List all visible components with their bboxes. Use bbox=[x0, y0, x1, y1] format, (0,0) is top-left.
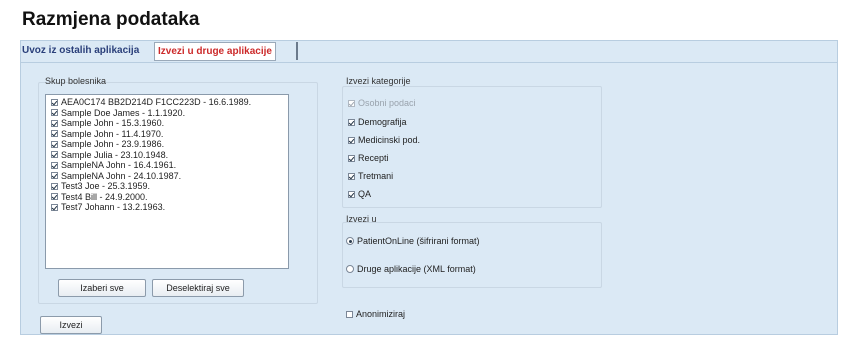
category-item: Osobni podaci bbox=[348, 98, 416, 108]
category-label: Osobni podaci bbox=[358, 98, 416, 108]
patient-list-item[interactable]: Sample Doe James - 1.1.1920. bbox=[51, 108, 288, 119]
patient-label: Test4 Bill - 24.9.2000. bbox=[61, 191, 148, 202]
category-checkbox[interactable] bbox=[348, 136, 355, 144]
patient-checkbox[interactable] bbox=[51, 140, 58, 148]
radio-patientonline-label: PatientOnLine (šifrirani format) bbox=[357, 236, 480, 246]
category-item[interactable]: Recepti bbox=[348, 153, 389, 163]
export-to-group bbox=[342, 222, 602, 288]
radio-patientonline[interactable]: PatientOnLine (šifrirani format) bbox=[346, 236, 480, 246]
category-item[interactable]: Demografija bbox=[348, 117, 407, 127]
patient-label: Sample Julia - 23.10.1948. bbox=[61, 149, 169, 160]
export-to-legend: Izvezi u bbox=[346, 214, 377, 224]
patient-checkbox[interactable] bbox=[51, 109, 58, 117]
category-label: QA bbox=[358, 189, 372, 199]
category-label: Recepti bbox=[358, 153, 389, 163]
anonymize-checkbox[interactable]: Anonimiziraj bbox=[346, 309, 405, 319]
category-label: Demografija bbox=[358, 117, 407, 127]
patient-checkbox[interactable] bbox=[51, 119, 58, 127]
patient-list-item[interactable]: Sample Julia - 23.10.1948. bbox=[51, 150, 288, 161]
patient-list-item[interactable]: Sample John - 15.3.1960. bbox=[51, 118, 288, 129]
patient-checkbox[interactable] bbox=[51, 172, 58, 180]
patient-label: AEA0C174 BB2D214D F1CC223D - 16.6.1989. bbox=[61, 97, 252, 107]
radio-other-apps-button[interactable] bbox=[346, 265, 354, 273]
patient-list-item[interactable]: SampleNA John - 16.4.1961. bbox=[51, 160, 288, 171]
export-button[interactable]: Izvezi bbox=[40, 316, 102, 334]
category-item[interactable]: QA bbox=[348, 189, 371, 199]
patients-listbox[interactable]: AEA0C174 BB2D214D F1CC223D - 16.6.1989. S… bbox=[45, 94, 289, 269]
patient-checkbox[interactable] bbox=[51, 161, 58, 169]
patient-checkbox[interactable] bbox=[51, 182, 58, 190]
deselect-all-button[interactable]: Deselektiraj sve bbox=[152, 279, 244, 297]
category-checkbox bbox=[348, 99, 355, 107]
category-label: Medicinski pod. bbox=[358, 135, 421, 145]
patient-list-item[interactable]: Sample John - 23.9.1986. bbox=[51, 139, 288, 150]
category-checkbox[interactable] bbox=[348, 118, 355, 126]
patient-list-item[interactable]: AEA0C174 BB2D214D F1CC223D - 16.6.1989. bbox=[51, 97, 288, 108]
anonymize-box[interactable] bbox=[346, 310, 353, 318]
patient-label: Sample John - 15.3.1960. bbox=[61, 118, 165, 128]
tab-bar: Uvoz iz ostalih aplikacija Izvezi u drug… bbox=[20, 40, 838, 64]
patient-checkbox[interactable] bbox=[51, 193, 58, 201]
categories-legend: Izvezi kategorije bbox=[346, 76, 411, 86]
radio-other-apps-label: Druge aplikacije (XML format) bbox=[357, 264, 476, 274]
patient-label: SampleNA John - 24.10.1987. bbox=[61, 170, 182, 181]
patient-label: Sample Doe James - 1.1.1920. bbox=[61, 107, 186, 118]
patient-label: Sample John - 11.4.1970. bbox=[61, 128, 164, 139]
patient-label: Test7 Johann - 13.2.1963. bbox=[61, 202, 166, 212]
radio-patientonline-button[interactable] bbox=[346, 237, 354, 245]
patient-label: SampleNA John - 16.4.1961. bbox=[61, 160, 177, 170]
tab-export[interactable]: Izvezi u druge aplikacije bbox=[154, 42, 276, 61]
category-checkbox[interactable] bbox=[348, 154, 355, 162]
category-label: Tretmani bbox=[358, 171, 394, 181]
category-item[interactable]: Medicinski pod. bbox=[348, 135, 420, 145]
radio-other-apps[interactable]: Druge aplikacije (XML format) bbox=[346, 264, 476, 274]
patient-checkbox[interactable] bbox=[51, 203, 58, 211]
patient-list-item[interactable]: Test4 Bill - 24.9.2000. bbox=[51, 192, 288, 203]
patient-list-item[interactable]: Test7 Johann - 13.2.1963. bbox=[51, 202, 288, 213]
category-item[interactable]: Tretmani bbox=[348, 171, 393, 181]
select-all-button[interactable]: Izaberi sve bbox=[58, 279, 146, 297]
patient-checkbox[interactable] bbox=[51, 98, 58, 106]
patient-list-item[interactable]: SampleNA John - 24.10.1987. bbox=[51, 171, 288, 182]
patient-checkbox[interactable] bbox=[51, 130, 58, 138]
page-title: Razmjena podataka bbox=[22, 9, 200, 30]
tab-import[interactable]: Uvoz iz ostalih aplikacija bbox=[22, 45, 139, 56]
patients-legend: Skup bolesnika bbox=[45, 76, 107, 86]
patient-label: Sample John - 23.9.1986. bbox=[61, 139, 165, 149]
patient-list-item[interactable]: Sample John - 11.4.1970. bbox=[51, 129, 288, 140]
patient-label: Test3 Joe - 25.3.1959. bbox=[61, 181, 151, 191]
patient-list-item[interactable]: Test3 Joe - 25.3.1959. bbox=[51, 181, 288, 192]
category-checkbox[interactable] bbox=[348, 172, 355, 180]
tab-separator bbox=[296, 42, 298, 60]
patient-checkbox[interactable] bbox=[51, 151, 58, 159]
tab-divider bbox=[20, 62, 838, 63]
category-checkbox[interactable] bbox=[348, 190, 355, 198]
anonymize-label: Anonimiziraj bbox=[356, 309, 406, 319]
